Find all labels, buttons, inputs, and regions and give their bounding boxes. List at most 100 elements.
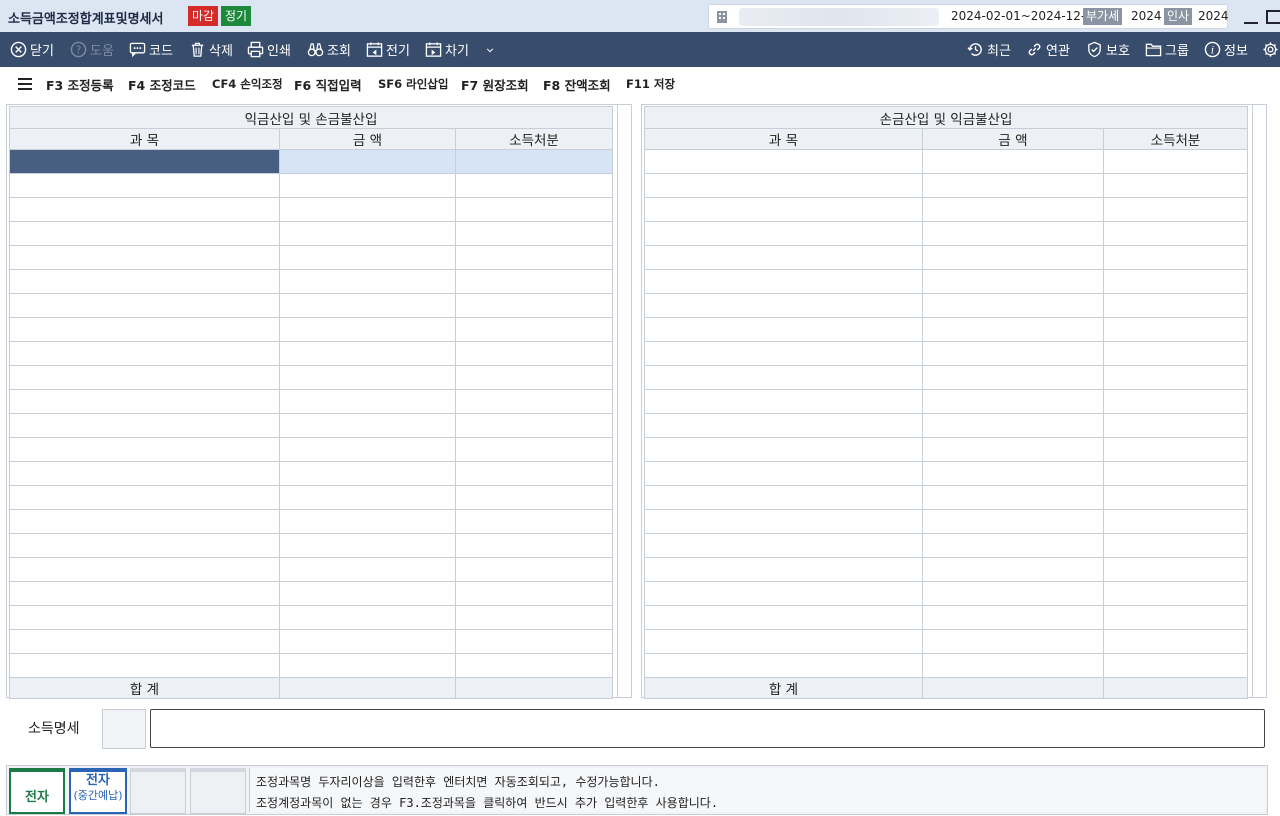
left-disposal-cell[interactable] [454,389,614,414]
right-disposal-cell[interactable] [1102,413,1249,438]
left-disposal-cell[interactable] [454,245,614,270]
left-amount-cell[interactable] [279,317,456,342]
left-table-row[interactable] [9,557,614,582]
left-amount-cell[interactable] [279,653,456,678]
left-amount-cell[interactable] [279,437,456,462]
left-table-row[interactable] [9,293,614,318]
right-disposal-cell[interactable] [1102,485,1249,510]
left-amount-cell[interactable] [279,557,456,582]
right-subject-cell[interactable] [644,533,923,558]
left-table-row[interactable] [9,533,614,558]
left-table-row[interactable] [9,653,614,678]
left-table-row[interactable] [9,197,614,222]
right-subject-cell[interactable] [644,245,923,270]
left-table-row[interactable] [9,245,614,270]
left-amount-cell[interactable] [279,509,456,534]
right-disposal-cell[interactable] [1102,173,1249,198]
code-button[interactable]: 코드 [129,32,173,67]
recent-button[interactable]: 최근 [967,32,1011,67]
left-disposal-cell[interactable] [454,365,614,390]
print-button[interactable]: 인쇄 [247,32,291,67]
e-filing-interim-button[interactable]: 전자 (중간예납) [69,768,127,814]
sf6-insert-line-button[interactable]: SF6 라인삽입 [378,76,448,92]
right-subject-cell[interactable] [644,605,923,630]
right-disposal-cell[interactable] [1102,557,1249,582]
right-disposal-cell[interactable] [1102,389,1249,414]
right-amount-cell[interactable] [922,197,1104,222]
left-subject-cell[interactable] [9,581,280,606]
left-disposal-cell[interactable] [454,509,614,534]
left-amount-cell[interactable] [279,197,456,222]
left-disposal-cell[interactable] [454,317,614,342]
left-subject-cell[interactable] [9,341,280,366]
right-disposal-cell[interactable] [1102,149,1249,174]
right-disposal-cell[interactable] [1102,293,1249,318]
right-disposal-cell[interactable] [1102,461,1249,486]
right-amount-cell[interactable] [922,269,1104,294]
income-detail-input[interactable] [150,709,1265,748]
right-amount-cell[interactable] [922,509,1104,534]
right-subject-cell[interactable] [644,581,923,606]
right-disposal-cell[interactable] [1102,341,1249,366]
company-info-box[interactable]: 2024-02-01~2024-12-31 부가세 2024 인사 2024 [708,4,1229,29]
close-button[interactable]: 닫기 [10,32,54,67]
right-subject-cell[interactable] [644,509,923,534]
right-subject-cell[interactable] [644,269,923,294]
more-dropdown-button[interactable] [485,32,498,67]
right-table-row[interactable] [644,365,1249,390]
right-subject-cell[interactable] [644,341,923,366]
left-disposal-cell[interactable] [454,533,614,558]
left-subject-cell[interactable] [9,317,280,342]
left-amount-cell[interactable] [279,149,456,174]
lookup-button[interactable]: 조회 [307,32,351,67]
left-disposal-cell[interactable] [454,461,614,486]
right-table-row[interactable] [644,461,1249,486]
group-button[interactable]: 그룹 [1145,32,1189,67]
left-amount-cell[interactable] [279,245,456,270]
left-amount-cell[interactable] [279,533,456,558]
left-subject-cell[interactable] [9,437,280,462]
left-subject-cell[interactable] [9,509,280,534]
left-disposal-cell[interactable] [454,557,614,582]
right-subject-cell[interactable] [644,653,923,678]
right-subject-cell[interactable] [644,557,923,582]
right-table-row[interactable] [644,653,1249,678]
right-table-row[interactable] [644,269,1249,294]
right-amount-cell[interactable] [922,173,1104,198]
left-table-row[interactable] [9,389,614,414]
minimize-button[interactable] [1244,8,1258,24]
f6-direct-input-button[interactable]: F6 직접입력 [294,75,362,94]
left-subject-cell[interactable] [9,485,280,510]
left-disposal-cell[interactable] [454,653,614,678]
left-subject-cell[interactable] [9,533,280,558]
left-disposal-cell[interactable] [454,437,614,462]
right-disposal-cell[interactable] [1102,653,1249,678]
left-table-row[interactable] [9,269,614,294]
right-amount-cell[interactable] [922,653,1104,678]
left-table-row[interactable] [9,461,614,486]
right-subject-cell[interactable] [644,173,923,198]
right-table-row[interactable] [644,341,1249,366]
right-disposal-cell[interactable] [1102,581,1249,606]
right-amount-cell[interactable] [922,149,1104,174]
left-table-row[interactable] [9,413,614,438]
right-subject-cell[interactable] [644,629,923,654]
right-amount-cell[interactable] [922,317,1104,342]
right-amount-cell[interactable] [922,389,1104,414]
right-disposal-cell[interactable] [1102,245,1249,270]
right-subject-cell[interactable] [644,485,923,510]
right-amount-cell[interactable] [922,581,1104,606]
right-table-row[interactable] [644,557,1249,582]
left-subject-cell[interactable] [9,413,280,438]
right-table-row[interactable] [644,221,1249,246]
left-disposal-cell[interactable] [454,221,614,246]
left-disposal-cell[interactable] [454,605,614,630]
f4-adjust-code-button[interactable]: F4 조정코드 [128,75,196,94]
protect-button[interactable]: 보호 [1086,32,1130,67]
delete-button[interactable]: 삭제 [189,32,233,67]
left-table-row[interactable] [9,341,614,366]
right-amount-cell[interactable] [922,245,1104,270]
income-detail-code-field[interactable] [102,709,146,749]
left-disposal-cell[interactable] [454,629,614,654]
left-table-row[interactable] [9,509,614,534]
